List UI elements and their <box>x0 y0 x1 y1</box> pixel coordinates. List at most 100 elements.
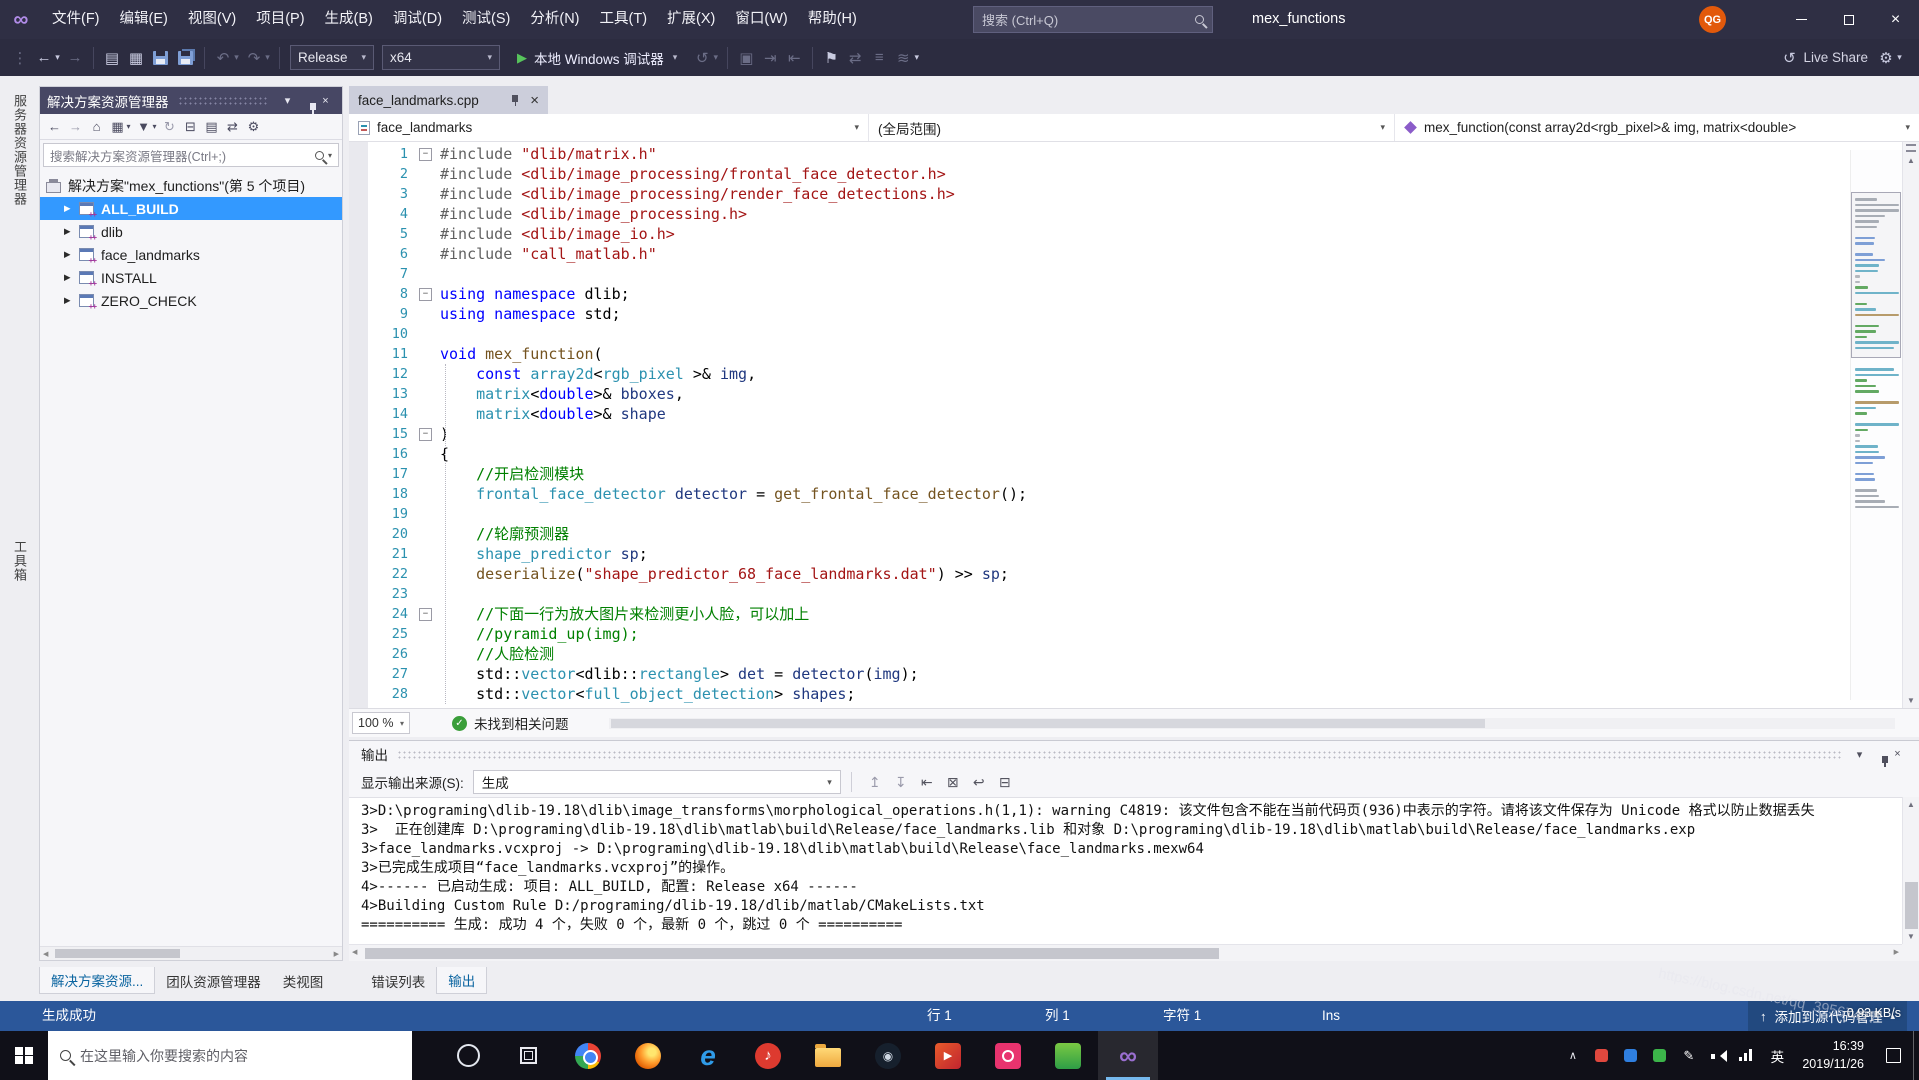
user-avatar[interactable]: QG <box>1699 6 1726 33</box>
firefox-icon[interactable] <box>618 1031 678 1080</box>
expand-collapse-arrow-icon[interactable]: ▶ <box>64 203 79 214</box>
nav-forward-icon[interactable]: → <box>63 49 87 66</box>
code-health-indicator[interactable]: ✓ 未找到相关问题 <box>452 713 569 733</box>
minimize-button[interactable] <box>1778 0 1825 39</box>
menu-item-4[interactable]: 生成(B) <box>315 0 383 39</box>
scrollbar-thumb[interactable] <box>365 948 1220 959</box>
tray-pen-icon[interactable]: ✎ <box>1674 1048 1703 1064</box>
bookmark-icon[interactable]: ⚑ <box>819 49 843 67</box>
tab-team-explorer[interactable]: 团队资源管理器 <box>155 967 272 994</box>
scroll-left-icon[interactable]: ◀ <box>352 948 357 956</box>
menu-item-8[interactable]: 工具(T) <box>590 0 658 39</box>
output-header[interactable]: 输出 ▾ × <box>349 741 1919 767</box>
tab-solution-explorer[interactable]: 解决方案资源... <box>39 967 156 994</box>
se-show-all-files-icon[interactable]: ▤ <box>201 119 222 135</box>
menu-item-7[interactable]: 分析(N) <box>520 0 589 39</box>
photos-app-icon[interactable] <box>1038 1031 1098 1080</box>
open-file-icon[interactable]: ▦ <box>124 49 148 67</box>
menu-item-6[interactable]: 测试(S) <box>452 0 520 39</box>
debug-target-dropdown-icon[interactable]: ▾ <box>710 52 721 63</box>
ime-indicator[interactable]: 英 <box>1761 1046 1793 1066</box>
scroll-up-icon[interactable]: ▲ <box>1903 156 1919 165</box>
menu-item-1[interactable]: 编辑(E) <box>110 0 178 39</box>
scroll-up-icon[interactable]: ▲ <box>1903 800 1919 809</box>
volume-icon[interactable] <box>1703 1049 1732 1063</box>
tab-error-list[interactable]: 错误列表 <box>360 967 436 994</box>
tab-pin-icon[interactable] <box>509 93 521 108</box>
output-vscrollbar[interactable]: ▲ ▼ <box>1902 797 1919 944</box>
out-autoscroll-icon[interactable]: ⊟ <box>992 774 1018 791</box>
se-properties-icon[interactable]: ⚙ <box>243 119 264 135</box>
solution-root-node[interactable]: 解决方案"mex_functions"(第 5 个项目) <box>40 174 342 197</box>
live-share-icon[interactable]: ↺ <box>1777 49 1801 67</box>
scroll-down-icon[interactable]: ▼ <box>1903 932 1919 941</box>
menu-item-2[interactable]: 视图(V) <box>178 0 246 39</box>
project-node-dlib[interactable]: ▶ ++ dlib <box>40 220 342 243</box>
scroll-down-icon[interactable]: ▼ <box>1903 696 1919 705</box>
navigate-bookmark-icon[interactable]: ⇄ <box>843 49 867 67</box>
menu-item-10[interactable]: 窗口(W) <box>725 0 797 39</box>
se-refresh-icon[interactable]: ↻ <box>159 119 180 135</box>
member-dropdown[interactable]: mex_function(const array2d<rgb_pixel>& i… <box>1395 114 1919 141</box>
steam-icon[interactable]: ◉ <box>858 1031 918 1080</box>
solution-platform-dropdown[interactable]: x64 ▾ <box>382 45 500 70</box>
search-options-dropdown-icon[interactable]: ▾ <box>324 151 338 160</box>
comment-icon[interactable]: ≡ <box>867 49 891 66</box>
window-position-dropdown-icon[interactable]: ▾ <box>278 94 297 107</box>
document-tab[interactable]: face_landmarks.cpp × <box>349 86 548 114</box>
solution-explorer-hscrollbar[interactable]: ◀ ▶ <box>40 946 342 960</box>
step-into-icon[interactable]: ⇤ <box>782 49 806 67</box>
out-go-to-icon[interactable]: ⇤ <box>914 774 940 791</box>
cursor-line-indicator[interactable]: 行 1 <box>927 1001 952 1031</box>
sidebar-tab-toolbox[interactable]: 工具箱 <box>9 540 29 582</box>
close-panel-icon[interactable]: × <box>316 95 335 107</box>
zoom-dropdown[interactable]: 100 % ▾ <box>352 712 410 734</box>
taskbar-clock[interactable]: 16:39 2019/11/26 <box>1793 1038 1873 1073</box>
out-prev-message-icon[interactable]: ↥ <box>862 774 888 791</box>
fold-marker-icon[interactable] <box>414 424 436 444</box>
tab-close-icon[interactable]: × <box>530 92 539 109</box>
toolbar-options-dropdown-icon[interactable]: ▾ <box>1894 52 1905 63</box>
cursor-char-indicator[interactable]: 字符 1 <box>1163 1001 1201 1031</box>
minimap[interactable] <box>1850 150 1902 700</box>
step-over-icon[interactable]: ⇥ <box>758 49 782 67</box>
scroll-right-icon[interactable]: ▶ <box>334 950 339 958</box>
out-next-message-icon[interactable]: ↧ <box>888 774 914 791</box>
output-text[interactable]: 3>D:\programing\dlib-19.18\dlib\image_tr… <box>349 797 1902 944</box>
project-node-install[interactable]: ▶ ++ INSTALL <box>40 266 342 289</box>
quick-search-box[interactable]: 搜索 (Ctrl+Q) <box>973 6 1213 33</box>
cortana-icon[interactable] <box>438 1031 498 1080</box>
expand-collapse-arrow-icon[interactable]: ▶ <box>64 249 79 260</box>
build-icon[interactable]: ▣ <box>734 49 758 67</box>
action-center-button[interactable] <box>1873 1031 1913 1080</box>
save-icon[interactable] <box>153 50 168 65</box>
solution-search-input[interactable]: 搜索解决方案资源管理器(Ctrl+;) ▾ <box>43 143 339 167</box>
live-share-label[interactable]: Live Share <box>1803 50 1868 65</box>
menu-item-5[interactable]: 调试(D) <box>383 0 452 39</box>
fold-marker-icon[interactable] <box>414 144 436 164</box>
splitter-handle-icon[interactable] <box>1906 144 1916 152</box>
editor-hscrollbar[interactable] <box>608 717 1895 729</box>
project-dropdown[interactable]: face_landmarks ▾ <box>349 114 869 141</box>
scope-dropdown[interactable]: (全局范围) ▾ <box>869 114 1395 141</box>
tray-music-icon[interactable] <box>1595 1049 1609 1062</box>
solution-explorer-header[interactable]: 解决方案资源管理器 ▾ × <box>40 87 342 114</box>
menu-item-11[interactable]: 帮助(H) <box>798 0 867 39</box>
editor-vscrollbar[interactable]: ▲ ▼ <box>1902 142 1919 708</box>
project-node-all_build[interactable]: ▶ ++ ALL_BUILD <box>40 197 342 220</box>
insert-mode-indicator[interactable]: Ins <box>1322 1001 1340 1031</box>
tab-output[interactable]: 输出 <box>436 967 488 994</box>
output-source-dropdown[interactable]: 生成 ▾ <box>472 770 841 794</box>
scrollbar-thumb[interactable] <box>1905 882 1918 930</box>
out-word-wrap-icon[interactable]: ↩ <box>966 774 992 791</box>
tray-wechat-icon[interactable] <box>1653 1049 1667 1062</box>
new-file-icon[interactable]: ▤ <box>100 49 124 67</box>
menu-item-9[interactable]: 扩展(X) <box>657 0 725 39</box>
expand-collapse-arrow-icon[interactable]: ▶ <box>64 226 79 237</box>
network-icon[interactable] <box>1732 1049 1761 1062</box>
undo-dropdown-icon[interactable]: ▾ <box>231 52 242 63</box>
project-node-zero_check[interactable]: ▶ ++ ZERO_CHECK <box>40 289 342 312</box>
file-explorer-icon[interactable] <box>798 1031 858 1080</box>
tray-expand-icon[interactable]: ∧ <box>1558 1049 1587 1062</box>
se-filter-dropdown-icon[interactable]: ▾ <box>150 122 159 131</box>
